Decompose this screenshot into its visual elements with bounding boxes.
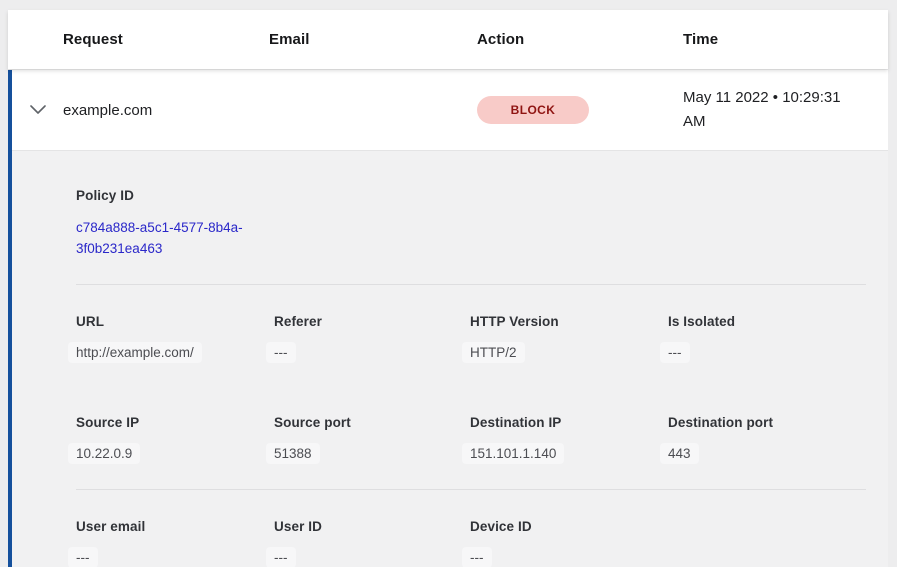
row-request: example.com [63,102,269,119]
field-destination-ip: Destination IP 151.101.1.140 [470,415,668,464]
policy-id-link[interactable]: c784a888-a5c1-4577-8b4a-3f0b231ea463 [76,217,276,259]
field-value: http://example.com/ [68,342,202,363]
field-url: URL http://example.com/ [76,314,274,363]
section-divider [76,284,866,285]
field-policy-id: Policy ID c784a888-a5c1-4577-8b4a-3f0b23… [76,188,866,259]
field-device-id: Device ID --- [470,519,668,567]
field-label: Policy ID [76,188,866,203]
field-label: Source port [274,415,470,430]
field-value: --- [660,342,690,363]
log-table-header: Request Email Action Time [8,10,888,69]
field-value: 51388 [266,443,320,464]
field-label: Destination port [668,415,866,430]
field-label: Device ID [470,519,668,534]
field-value: --- [266,547,296,567]
field-value: 443 [660,443,699,464]
column-header-request: Request [63,31,269,48]
row-time: May 11 2022 • 10:29:31 AM [683,86,873,134]
field-label: Is Isolated [668,314,866,329]
field-label: HTTP Version [470,314,668,329]
log-table-row[interactable]: example.com BLOCK May 11 2022 • 10:29:31… [12,70,888,150]
section-divider [76,489,866,490]
grid-spacer [668,519,866,567]
column-header-email: Email [269,31,477,48]
column-header-time: Time [683,31,888,48]
detail-grid-connection: URL http://example.com/ Referer --- HTTP… [76,314,866,464]
expanded-log-entry: example.com BLOCK May 11 2022 • 10:29:31… [8,70,888,567]
field-destination-port: Destination port 443 [668,415,866,464]
field-user-email: User email --- [76,519,274,567]
field-label: User email [76,519,274,534]
field-is-isolated: Is Isolated --- [668,314,866,363]
field-http-version: HTTP Version HTTP/2 [470,314,668,363]
field-referer: Referer --- [274,314,470,363]
field-label: Referer [274,314,470,329]
field-value: --- [462,547,492,567]
action-block-badge: BLOCK [477,96,589,124]
chevron-down-icon [30,101,46,119]
field-value: HTTP/2 [462,342,525,363]
field-user-id: User ID --- [274,519,470,567]
detail-grid-user: User email --- User ID --- Device ID --- [76,519,866,567]
field-label: Destination IP [470,415,668,430]
field-value: --- [68,547,98,567]
field-source-port: Source port 51388 [274,415,470,464]
row-action: BLOCK [477,96,683,124]
field-label: User ID [274,519,470,534]
field-value: 10.22.0.9 [68,443,140,464]
row-expander[interactable] [12,101,63,119]
field-label: Source IP [76,415,274,430]
field-label: URL [76,314,274,329]
field-source-ip: Source IP 10.22.0.9 [76,415,274,464]
log-detail-panel: Policy ID c784a888-a5c1-4577-8b4a-3f0b23… [12,150,888,567]
field-value: --- [266,342,296,363]
column-header-action: Action [477,31,683,48]
gateway-log-screen: Request Email Action Time example.com BL… [0,0,897,567]
field-value: 151.101.1.140 [462,443,564,464]
